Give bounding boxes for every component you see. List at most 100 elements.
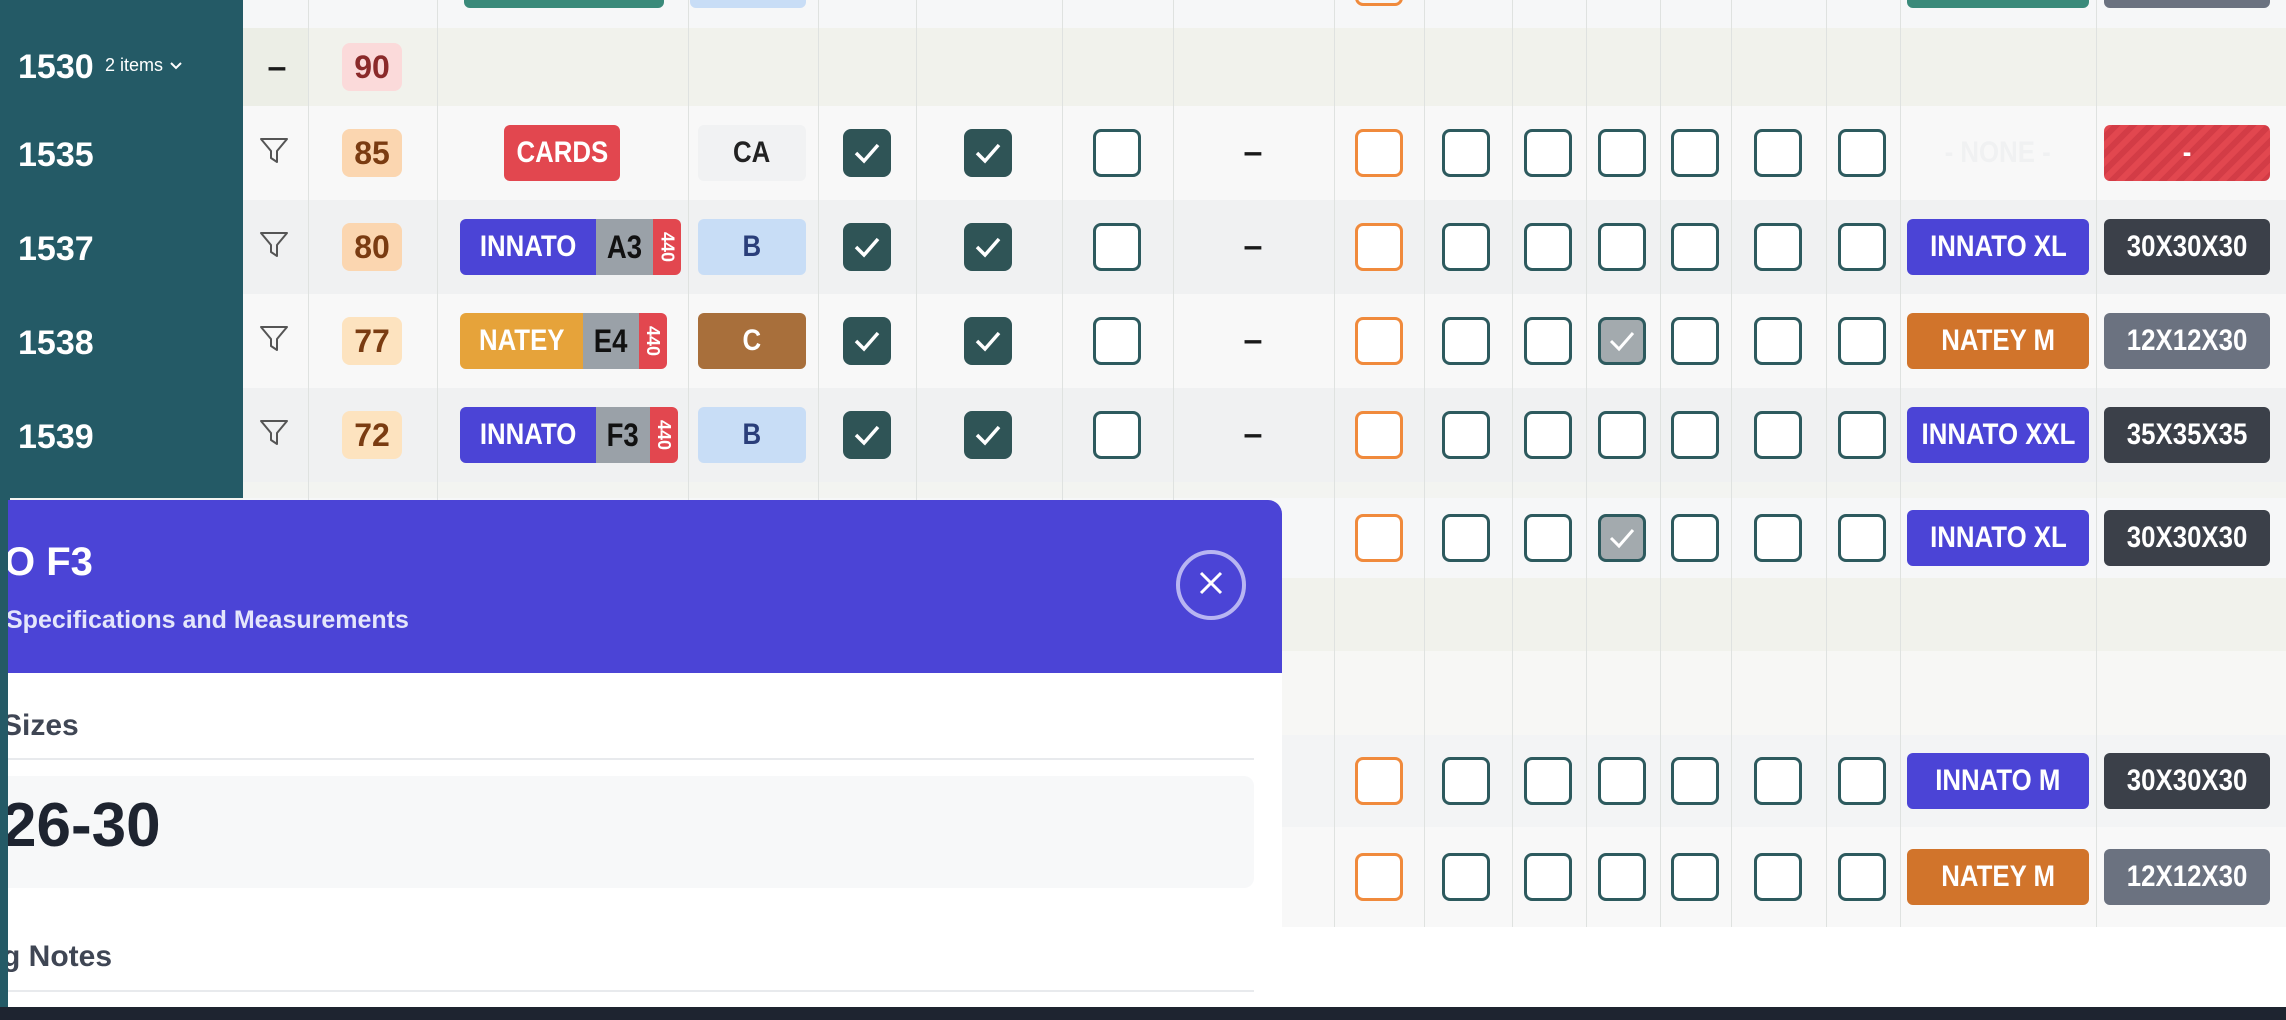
size-tag: INNATO XXL xyxy=(1907,407,2089,463)
checkbox[interactable] xyxy=(1598,223,1646,271)
checkbox[interactable] xyxy=(1093,317,1141,365)
checkbox[interactable] xyxy=(1754,129,1802,177)
order-id: 1535 xyxy=(18,136,94,174)
checkbox[interactable] xyxy=(964,317,1012,365)
checkbox[interactable] xyxy=(1524,853,1572,901)
filter-icon[interactable] xyxy=(258,136,290,166)
filter-icon[interactable] xyxy=(258,324,290,354)
table-row[interactable] xyxy=(0,0,2286,28)
sizes-value: 26-30 xyxy=(8,791,161,860)
checkbox[interactable] xyxy=(1838,411,1886,459)
checkbox[interactable] xyxy=(1754,757,1802,805)
product-tag[interactable]: INNATO F3 440 xyxy=(460,407,678,463)
size-tag: NATEY M xyxy=(1907,849,2089,905)
checkbox[interactable] xyxy=(1524,514,1572,562)
checkbox[interactable] xyxy=(1598,317,1646,365)
checkbox[interactable] xyxy=(1442,129,1490,177)
table-row-group[interactable]: 1530 2 items – 90 xyxy=(0,28,2286,106)
table-row[interactable]: 1535 85 CARDS CA – - NONE - - xyxy=(0,106,2286,200)
checkbox[interactable] xyxy=(1442,514,1490,562)
checkbox[interactable] xyxy=(1671,317,1719,365)
checkbox[interactable] xyxy=(1355,757,1403,805)
checkbox[interactable] xyxy=(1355,129,1403,177)
notes-heading: g Notes xyxy=(8,940,113,973)
checkbox[interactable] xyxy=(964,223,1012,271)
size-tag: - NONE - xyxy=(1944,136,2052,169)
box-tag: 12X12X30 xyxy=(2104,849,2270,905)
type-badge: CA xyxy=(698,125,806,181)
checkbox[interactable] xyxy=(1754,514,1802,562)
checkbox[interactable] xyxy=(843,317,891,365)
items-label: 2 items xyxy=(105,55,164,75)
items-dropdown[interactable]: 2 items xyxy=(105,55,183,76)
checkbox[interactable] xyxy=(1355,317,1403,365)
checkbox[interactable] xyxy=(1355,223,1403,271)
checkbox[interactable] xyxy=(843,129,891,177)
checkbox[interactable] xyxy=(964,129,1012,177)
dash: – xyxy=(1243,132,1263,171)
checkbox[interactable] xyxy=(1355,514,1403,562)
checkbox[interactable] xyxy=(1838,317,1886,365)
checkbox[interactable] xyxy=(1355,853,1403,901)
checkbox[interactable] xyxy=(1355,411,1403,459)
checkbox[interactable] xyxy=(1754,317,1802,365)
filter-icon[interactable] xyxy=(258,418,290,448)
checkbox[interactable] xyxy=(1754,853,1802,901)
checkbox[interactable] xyxy=(1598,757,1646,805)
modal-header: O F3 Specifications and Measurements xyxy=(8,500,1282,673)
checkbox[interactable] xyxy=(843,223,891,271)
checkbox[interactable] xyxy=(1524,411,1572,459)
filter-icon[interactable] xyxy=(258,230,290,260)
checkbox[interactable] xyxy=(1524,317,1572,365)
checkbox[interactable] xyxy=(1838,853,1886,901)
order-id: 1530 xyxy=(18,48,94,86)
box-tag: 30X30X30 xyxy=(2104,219,2270,275)
checkbox[interactable] xyxy=(1838,223,1886,271)
checkbox[interactable] xyxy=(1598,411,1646,459)
checkbox[interactable] xyxy=(843,411,891,459)
checkbox[interactable] xyxy=(1093,129,1141,177)
checkbox[interactable] xyxy=(1442,223,1490,271)
product-tag[interactable]: INNATO A3 440 xyxy=(460,219,682,275)
type-badge: B xyxy=(698,219,806,275)
size-tag xyxy=(1907,0,2089,8)
product-tag[interactable]: CARDS xyxy=(504,125,620,181)
column-divider xyxy=(1900,0,1901,927)
table-row[interactable]: 1538 77 NATEY E4 440 C – NATEY M 12X12X30 xyxy=(0,294,2286,388)
checkbox[interactable] xyxy=(1671,514,1719,562)
checkbox[interactable] xyxy=(1754,223,1802,271)
checkbox[interactable] xyxy=(1838,514,1886,562)
checkbox[interactable] xyxy=(1598,514,1646,562)
checkbox[interactable] xyxy=(1524,223,1572,271)
checkbox[interactable] xyxy=(1442,317,1490,365)
checkbox[interactable] xyxy=(1838,757,1886,805)
box-tag: 12X12X30 xyxy=(2104,313,2270,369)
type-badge xyxy=(690,0,806,8)
checkbox[interactable] xyxy=(1093,223,1141,271)
checkbox[interactable] xyxy=(1442,853,1490,901)
box-tag: 35X35X35 xyxy=(2104,407,2270,463)
checkbox[interactable] xyxy=(1671,411,1719,459)
checkbox[interactable] xyxy=(1524,757,1572,805)
checkbox[interactable] xyxy=(1093,411,1141,459)
order-table-page: 1530 2 items – 90 1535 85 CARDS CA – - NONE -… xyxy=(0,0,2286,1007)
checkbox[interactable] xyxy=(1671,853,1719,901)
checkbox[interactable] xyxy=(1838,129,1886,177)
checkbox[interactable] xyxy=(1598,853,1646,901)
checkbox[interactable] xyxy=(1671,757,1719,805)
checkbox[interactable] xyxy=(1754,411,1802,459)
checkbox[interactable] xyxy=(1442,757,1490,805)
checkbox[interactable] xyxy=(1524,129,1572,177)
checkbox[interactable] xyxy=(964,411,1012,459)
tuning-label: 440 xyxy=(653,219,682,275)
checkbox[interactable] xyxy=(1442,411,1490,459)
checkbox[interactable] xyxy=(1671,223,1719,271)
checkbox[interactable] xyxy=(1598,129,1646,177)
checkbox[interactable] xyxy=(1355,0,1403,6)
product-tag[interactable]: NATEY E4 440 xyxy=(460,313,667,369)
close-button[interactable] xyxy=(1176,550,1246,620)
table-row[interactable]: 1539 72 INNATO F3 440 B – INNATO XXL 35X35X35 xyxy=(0,388,2286,482)
product-detail-modal[interactable]: O F3 Specifications and Measurements Siz… xyxy=(8,500,1282,1007)
checkbox[interactable] xyxy=(1671,129,1719,177)
table-row[interactable]: 1537 80 INNATO A3 440 B – INNATO XL 30X30X30 xyxy=(0,200,2286,294)
